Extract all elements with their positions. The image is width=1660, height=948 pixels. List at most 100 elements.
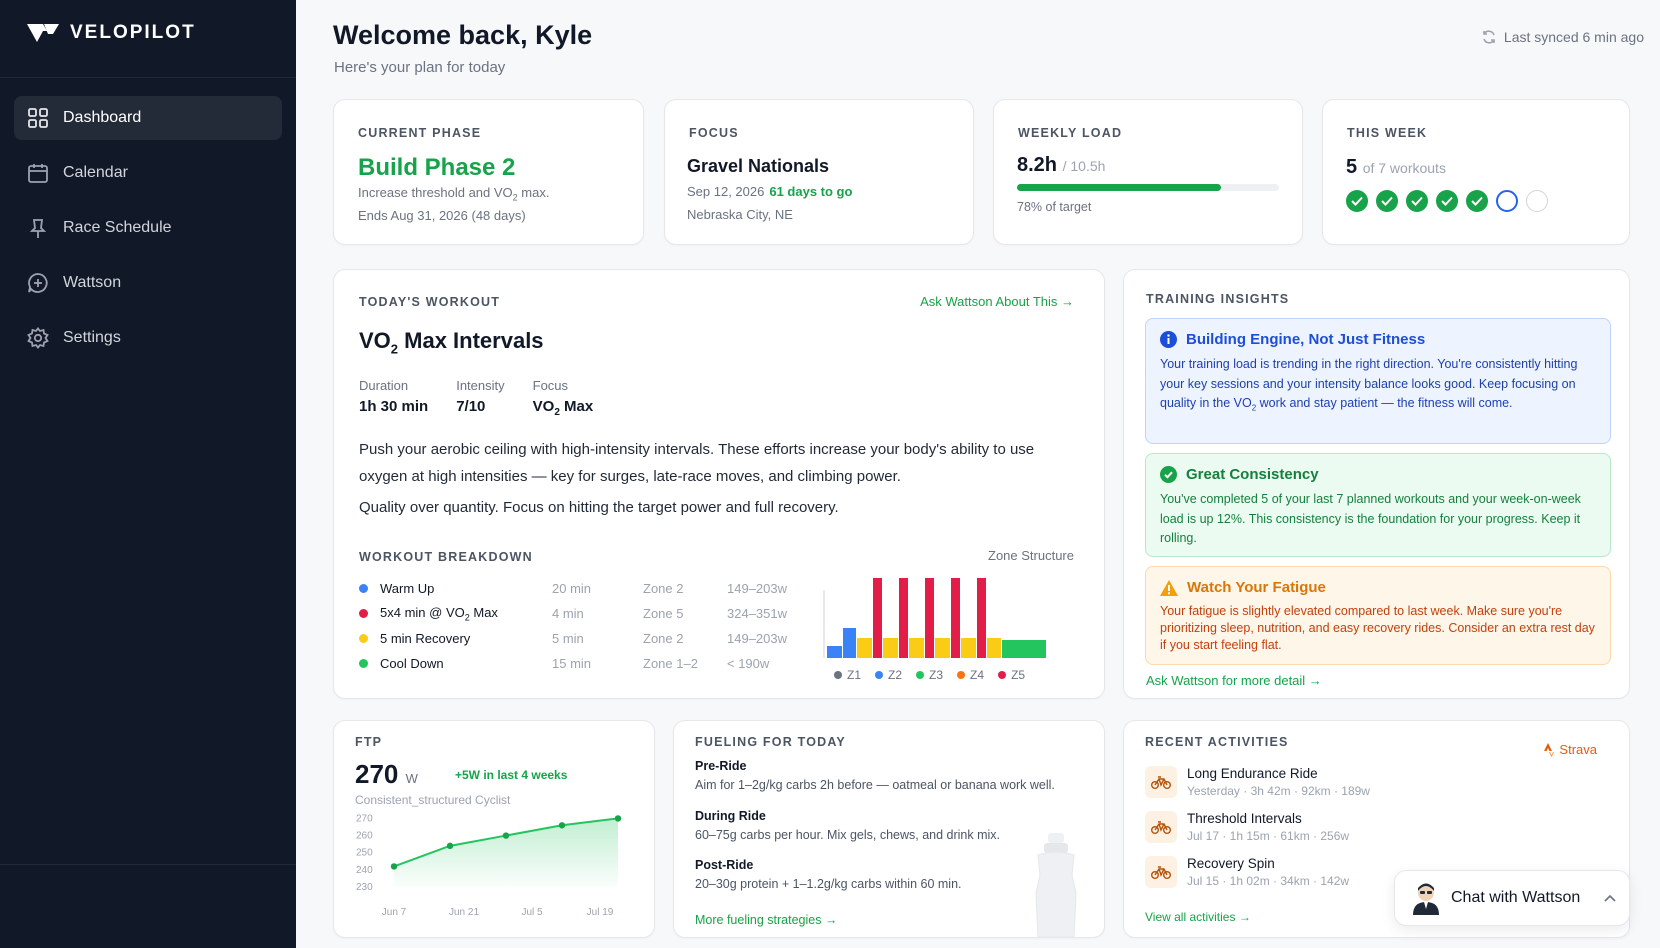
zone-bar <box>899 578 908 658</box>
insight-great-consistency: Great Consistency You've completed 5 of … <box>1145 453 1611 557</box>
ftp-point <box>390 863 398 870</box>
insight-watch-fatigue: Watch Your Fatigue Your fatigue is sligh… <box>1145 566 1611 665</box>
workout-steps: Warm Up 20 min Zone 2 149–203w 5x4 min @ VO… <box>359 576 787 676</box>
phase-title: Build Phase 2 <box>358 154 516 181</box>
breakdown-label: WORKOUT BREAKDOWN <box>359 550 533 564</box>
ask-wattson-link[interactable]: Ask Wattson About This → <box>920 294 1074 309</box>
bike-icon <box>1145 810 1177 843</box>
training-insights-card: TRAINING INSIGHTS Building Engine, Not J… <box>1123 269 1630 699</box>
step-dot <box>359 634 368 643</box>
wattson-avatar-icon <box>1413 883 1439 915</box>
card-label: THIS WEEK <box>1347 126 1428 140</box>
ftp-point <box>558 822 566 829</box>
zone-legend-item: Z1 <box>834 668 861 682</box>
workout-status-dot-empty <box>1526 190 1548 212</box>
card-label: FOCUS <box>689 126 739 140</box>
ftp-value: 270 W <box>355 759 418 789</box>
y-tick-label: 250 <box>356 848 373 859</box>
sidebar-item-dashboard[interactable]: Dashboard <box>14 96 282 140</box>
card-label: FTP <box>355 735 383 749</box>
meta-duration: Duration 1h 30 min <box>359 378 429 415</box>
insight-body: Your training load is trending in the ri… <box>1160 357 1578 413</box>
chat-icon <box>28 273 48 293</box>
sidebar-item-race-schedule[interactable]: Race Schedule <box>14 206 282 250</box>
load-progress-bar <box>1017 184 1279 191</box>
activity-list: Long Endurance Ride Yesterday · 3h 42m · … <box>1145 759 1370 894</box>
zone-bar <box>1002 640 1046 658</box>
activity-meta: Yesterday · 3h 42m · 92km · 189w <box>1187 783 1370 798</box>
brand-name: VELOPILOT <box>70 22 196 43</box>
chat-with-wattson-button[interactable]: Chat with Wattson <box>1394 870 1630 926</box>
chat-label: Chat with Wattson <box>1451 889 1581 906</box>
warning-icon <box>1160 579 1178 596</box>
sidebar-item-wattson[interactable]: Wattson <box>14 261 282 305</box>
sidebar-item-settings[interactable]: Settings <box>14 316 282 360</box>
zone-legend: Z1 Z2 Z3 Z4 Z5 <box>834 668 1025 682</box>
refresh-icon <box>1483 30 1495 44</box>
focus-card[interactable]: FOCUS Gravel Nationals Sep 12, 2026 61 da… <box>664 99 974 245</box>
strava-link[interactable]: Strava <box>1544 742 1597 757</box>
more-fueling-link[interactable]: More fueling strategies → <box>695 913 837 927</box>
logo[interactable]: VELOPILOT <box>26 22 196 44</box>
workout-meta: Duration 1h 30 min Intensity 7/10 Focus VO2… <box>359 378 593 418</box>
strava-icon <box>1544 742 1555 757</box>
step-dot <box>359 584 368 593</box>
todays-workout-card: TODAY'S WORKOUT Ask Wattson About This →… <box>333 269 1105 699</box>
meta-focus: Focus VO2 Max <box>532 378 594 418</box>
x-tick-label: Jul 19 <box>587 907 614 918</box>
focus-date: Sep 12, 2026 61 days to go <box>687 184 853 199</box>
ask-wattson-detail-link[interactable]: Ask Wattson for more detail → <box>1146 673 1322 688</box>
sidebar-item-label: Settings <box>63 329 121 346</box>
ftp-point <box>446 842 454 850</box>
workout-status-dots <box>1346 190 1548 212</box>
workout-tip: Quality over quantity. Focus on hitting … <box>359 499 839 516</box>
zone-legend-item: Z5 <box>998 668 1025 682</box>
fuel-pre-ride: Pre-Ride Aim for 1–2g/kg carbs 2h before … <box>695 759 1055 792</box>
list-item[interactable]: Long Endurance Ride Yesterday · 3h 42m · … <box>1145 759 1370 804</box>
card-label: RECENT ACTIVITIES <box>1145 735 1289 749</box>
zone-bar <box>857 638 872 658</box>
ftp-trend-chart: 270 260 250 240 230 Jun 7 Jun 21 Jul 5 Jul 19 <box>356 813 622 918</box>
insight-title: Watch Your Fatigue <box>1187 579 1326 596</box>
sync-status[interactable]: Last synced 6 min ago <box>1481 29 1644 45</box>
velopilot-logo-icon <box>27 24 59 42</box>
list-item[interactable]: Recovery Spin Jul 15 · 1h 02m · 34km · 14… <box>1145 849 1370 894</box>
zone-bar <box>935 638 950 658</box>
fuel-during-ride: During Ride 60–75g carbs per hour. Mix ge… <box>695 809 1001 842</box>
weekly-load-value: 8.2h / 10.5h <box>1017 154 1106 176</box>
zone-bar <box>827 646 842 658</box>
grid-icon <box>28 108 48 128</box>
step-row: Warm Up 20 min Zone 2 149–203w <box>359 576 787 601</box>
zone-bar <box>987 638 1001 658</box>
ftp-area <box>394 818 618 887</box>
step-row: Cool Down 15 min Zone 1–2 < 190w <box>359 651 787 676</box>
bike-icon <box>1145 855 1177 888</box>
ftp-note: Consistent_structured Cyclist <box>355 793 511 807</box>
load-note: 78% of target <box>1017 200 1092 214</box>
sidebar-item-label: Dashboard <box>63 109 142 126</box>
meta-intensity: Intensity 7/10 <box>456 378 505 415</box>
workout-status-dot-done <box>1376 190 1398 212</box>
weekly-load-card: WEEKLY LOAD 8.2h / 10.5h 78% of target <box>993 99 1303 245</box>
sidebar-divider <box>0 77 296 78</box>
step-row: 5x4 min @ VO2 Max 4 min Zone 5 324–351w <box>359 601 787 626</box>
water-bottle-icon <box>1035 833 1077 937</box>
workouts-done: 5 of 7 workouts <box>1346 156 1446 178</box>
zone-structure-chart <box>823 578 1046 658</box>
insight-building-engine: Building Engine, Not Just Fitness Your t… <box>1145 318 1611 444</box>
y-tick-label: 230 <box>356 882 373 893</box>
x-tick-label: Jun 7 <box>382 907 407 918</box>
sidebar-item-label: Calendar <box>63 164 128 181</box>
sidebar-item-calendar[interactable]: Calendar <box>14 151 282 195</box>
workout-status-dot-done <box>1406 190 1428 212</box>
workout-description: Push your aerobic ceiling with high-inte… <box>359 441 1035 485</box>
activity-name: Threshold Intervals <box>1187 810 1302 826</box>
y-tick-label: 240 <box>356 865 373 876</box>
sidebar-nav: Dashboard Calendar Race Schedule Wattson… <box>14 96 282 371</box>
card-label: WEEKLY LOAD <box>1018 126 1123 140</box>
insight-title: Great Consistency <box>1186 466 1319 483</box>
y-tick-label: 270 <box>356 813 373 824</box>
list-item[interactable]: Threshold Intervals Jul 17 · 1h 15m · 61k… <box>1145 804 1370 849</box>
insight-title: Building Engine, Not Just Fitness <box>1186 331 1426 348</box>
view-all-activities-link[interactable]: View all activities → <box>1145 910 1251 924</box>
